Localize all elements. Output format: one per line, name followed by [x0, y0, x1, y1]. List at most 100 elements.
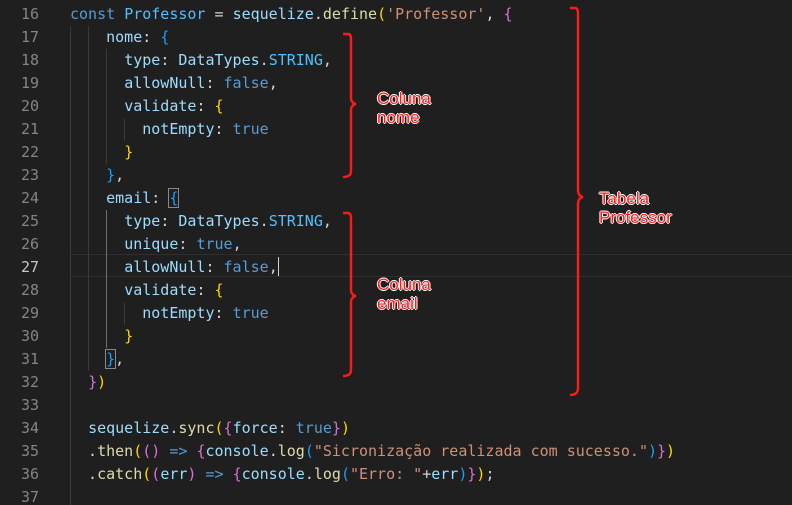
code-token: ,: [232, 235, 242, 253]
code-token: false: [223, 258, 269, 276]
code-line[interactable]: 17 nome: {: [0, 26, 792, 49]
code-token: type: [124, 51, 161, 69]
code-text[interactable]: notEmpty: true: [70, 302, 269, 325]
code-token: STRING: [268, 51, 323, 69]
code-token: :: [196, 281, 215, 299]
line-number: 35: [20, 442, 39, 460]
code-line[interactable]: 36 .catch((err) => {console.log("Erro: "…: [0, 463, 792, 486]
code-line[interactable]: 32 }): [0, 371, 792, 394]
code-token: false: [223, 74, 269, 92]
code-token: (: [377, 5, 387, 23]
code-text[interactable]: }: [70, 325, 133, 348]
code-token: :: [160, 212, 179, 230]
code-token: true: [232, 304, 269, 322]
code-token: {: [232, 465, 242, 483]
annotation-text: Professor: [599, 208, 672, 227]
code-line[interactable]: 33: [0, 394, 792, 417]
code-token: =>: [169, 442, 188, 460]
line-number: 30: [20, 327, 39, 345]
code-text[interactable]: },: [70, 164, 124, 187]
text-cursor: [277, 257, 279, 276]
code-line[interactable]: 22 }: [0, 141, 792, 164]
code-line[interactable]: 37: [0, 486, 792, 505]
code-token: }: [657, 442, 667, 460]
code-token: Professor: [124, 5, 206, 23]
code-line[interactable]: 35 .then(() => {console.log("Sicronizaçã…: [0, 440, 792, 463]
annotation-text: Coluna: [377, 275, 431, 294]
code-token: "Sicronização realizada com sucesso.": [313, 442, 648, 460]
code-token: }: [124, 327, 134, 345]
code-token: .: [259, 51, 269, 69]
code-text[interactable]: .catch((err) => {console.log("Erro: "+er…: [70, 463, 494, 486]
code-text[interactable]: allowNull: false,: [70, 72, 278, 95]
code-token: (: [214, 419, 224, 437]
code-token: ,: [322, 51, 332, 69]
code-token: {: [168, 188, 180, 208]
code-token: const: [70, 5, 116, 23]
code-token: :: [142, 28, 161, 46]
code-token: ): [97, 373, 107, 391]
code-text[interactable]: email: {: [70, 187, 180, 210]
annotation-text: Tabela: [599, 189, 650, 208]
code-text[interactable]: unique: true,: [70, 233, 242, 256]
code-text[interactable]: validate: {: [70, 95, 224, 118]
code-token: ,: [485, 5, 504, 23]
code-token: }: [106, 166, 116, 184]
code-text[interactable]: const Professor = sequelize.define('Prof…: [70, 3, 513, 26]
line-number: 26: [20, 235, 39, 253]
code-text[interactable]: notEmpty: true: [70, 118, 268, 141]
code-token: }: [88, 373, 98, 391]
code-line[interactable]: 34 sequelize.sync({force: true}): [0, 417, 792, 440]
code-token: catch: [97, 465, 143, 483]
code-line[interactable]: 31 },: [0, 348, 792, 371]
code-token: nome: [106, 28, 143, 46]
code-token: (: [340, 465, 350, 483]
annotation-text: email: [377, 294, 418, 313]
code-token: type: [124, 212, 161, 230]
code-text[interactable]: .then(() => {console.log("Sicronização r…: [70, 440, 675, 463]
line-number: 17: [20, 28, 39, 46]
code-token: console: [241, 465, 305, 483]
code-line[interactable]: 23 },: [0, 164, 792, 187]
code-line[interactable]: 26 unique: true,: [0, 233, 792, 256]
code-token: =: [205, 5, 233, 23]
code-line[interactable]: 30 }: [0, 325, 792, 348]
line-number: 25: [20, 212, 39, 230]
code-text[interactable]: },: [70, 348, 124, 371]
line-number: 31: [20, 350, 39, 368]
code-token: .: [70, 465, 98, 483]
code-token: ;: [485, 465, 495, 483]
line-number: 36: [20, 465, 39, 483]
code-token: }: [105, 349, 117, 369]
code-line[interactable]: 18 type: DataTypes.STRING,: [0, 49, 792, 72]
code-token: sequelize: [88, 419, 170, 437]
code-line[interactable]: 16 const Professor = sequelize.define('Pr…: [0, 3, 792, 26]
code-token: :: [178, 235, 197, 253]
code-token: .: [268, 442, 278, 460]
code-text[interactable]: nome: {: [70, 26, 169, 49]
code-token: .: [70, 442, 98, 460]
line-number: 20: [20, 97, 39, 115]
code-text[interactable]: sequelize.sync({force: true}): [70, 417, 350, 440]
code-text[interactable]: type: DataTypes.STRING,: [70, 49, 332, 72]
code-text[interactable]: }: [70, 141, 133, 164]
code-token: :: [277, 419, 296, 437]
code-token: (: [133, 442, 143, 460]
code-editor[interactable]: 16 const Professor = sequelize.define('Pr…: [0, 0, 792, 505]
code-line[interactable]: 25 type: DataTypes.STRING,: [0, 210, 792, 233]
code-token: :: [151, 189, 170, 207]
code-line[interactable]: 24 email: {: [0, 187, 792, 210]
code-text[interactable]: validate: {: [70, 279, 223, 302]
code-token: :: [214, 304, 233, 322]
code-text[interactable]: allowNull: false,: [70, 256, 279, 279]
code-text[interactable]: type: DataTypes.STRING,: [70, 210, 332, 233]
code-token: ,: [268, 74, 278, 92]
code-token: err: [431, 465, 459, 483]
line-number: 34: [20, 419, 39, 437]
code-token: {: [214, 97, 224, 115]
code-text[interactable]: }): [70, 371, 106, 394]
